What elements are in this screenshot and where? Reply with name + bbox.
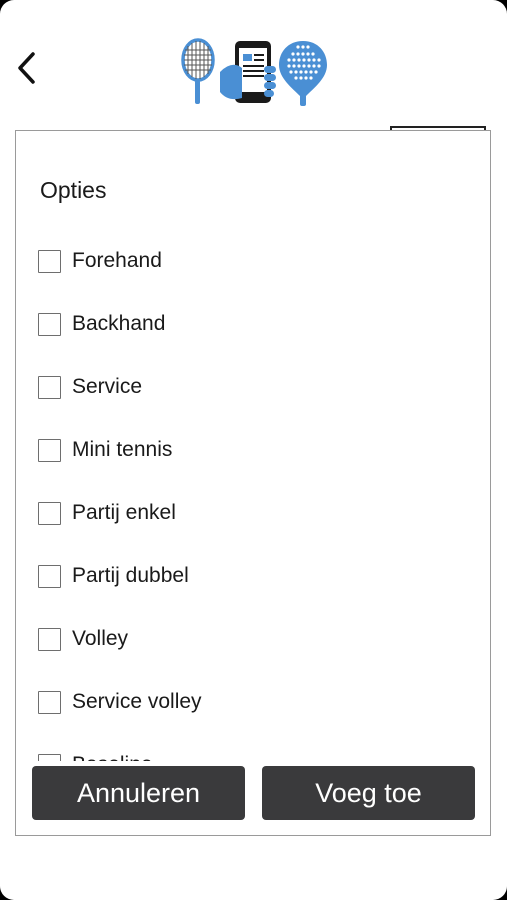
back-button[interactable] [8,48,44,88]
options-dialog: Opties Forehand Backhand Service Mini te… [15,130,491,836]
checkbox[interactable] [38,438,61,462]
option-label: Baseline [72,753,153,761]
dialog-actions: Annuleren Voeg toe [16,766,490,822]
dialog-title: Opties [40,177,107,203]
checkbox[interactable] [38,375,61,399]
chevron-left-icon [18,52,35,84]
option-service-volley[interactable]: Service volley [38,687,202,717]
checkbox[interactable] [38,249,61,273]
option-service[interactable]: Service [38,372,142,402]
option-label: Backhand [72,312,166,335]
option-label: Forehand [72,249,162,272]
option-backhand[interactable]: Backhand [38,309,165,339]
option-label: Service [72,375,143,398]
option-label: Service volley [72,690,202,713]
checkbox[interactable] [38,564,61,588]
options-list[interactable]: Opties Forehand Backhand Service Mini te… [16,131,490,761]
add-button[interactable]: Voeg toe [262,766,475,820]
option-label: Partij enkel [72,501,176,524]
app-screen: Opties Forehand Backhand Service Mini te… [0,0,507,900]
checkbox[interactable] [38,627,61,651]
option-baseline[interactable]: Baseline [38,750,153,761]
checkbox[interactable] [38,690,61,714]
option-partij-enkel[interactable]: Partij enkel [38,498,176,528]
option-mini-tennis[interactable]: Mini tennis [38,435,172,465]
app-logo-icon [181,38,327,106]
option-label: Mini tennis [72,438,173,461]
cancel-button[interactable]: Annuleren [32,766,245,820]
checkbox[interactable] [38,312,61,336]
checkbox[interactable] [38,753,61,761]
option-volley[interactable]: Volley [38,624,128,654]
option-forehand[interactable]: Forehand [38,246,162,276]
phone-icon [220,41,276,103]
option-partij-dubbel[interactable]: Partij dubbel [38,561,189,591]
checkbox[interactable] [38,501,61,525]
option-label: Volley [72,627,129,650]
option-label: Partij dubbel [72,564,189,587]
tennis-racket-icon [181,38,215,104]
padel-racket-icon [279,41,327,106]
